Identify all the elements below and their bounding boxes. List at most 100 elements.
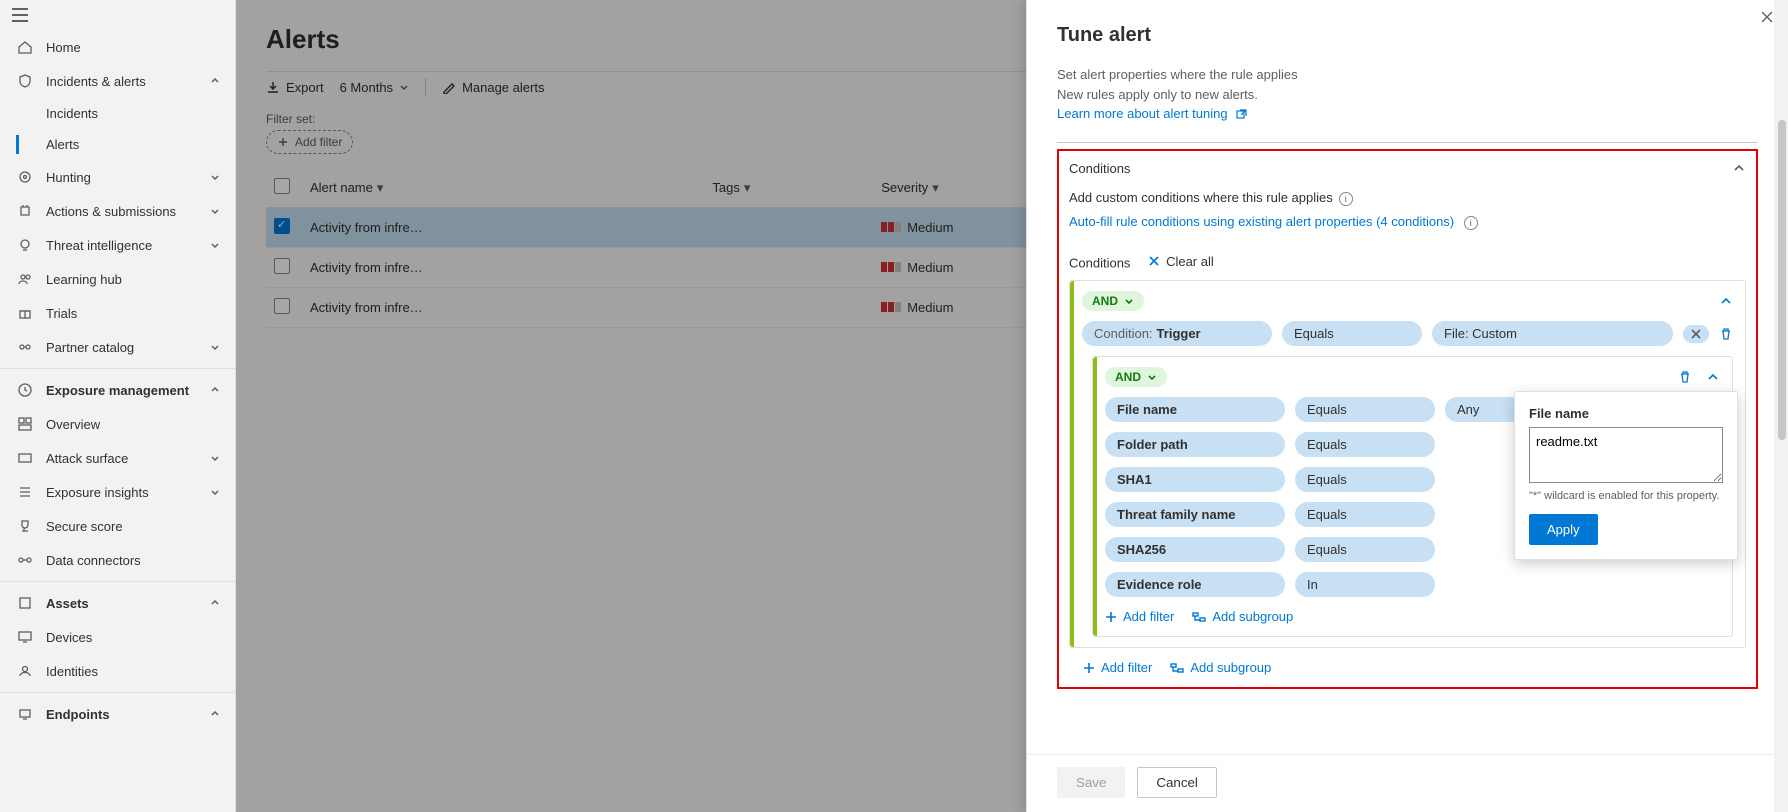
condition-group-nested: AND bbox=[1092, 356, 1733, 637]
panel-footer: Save Cancel bbox=[1027, 754, 1788, 812]
chevron-down-icon bbox=[209, 171, 223, 183]
nav-identities[interactable]: Identities bbox=[0, 654, 235, 688]
nav-incidents-alerts[interactable]: Incidents & alerts bbox=[0, 64, 235, 98]
collapse-icon[interactable] bbox=[1732, 161, 1746, 175]
delete-icon[interactable] bbox=[1719, 327, 1733, 341]
nav-threat-intel[interactable]: Threat intelligence bbox=[0, 228, 235, 262]
surface-icon bbox=[16, 449, 34, 467]
cancel-button[interactable]: Cancel bbox=[1137, 767, 1217, 798]
delete-group-icon[interactable] bbox=[1678, 370, 1692, 384]
conditions-subheader: Conditions Clear all bbox=[1069, 254, 1746, 271]
nav-overview[interactable]: Overview bbox=[0, 407, 235, 441]
add-subgroup-link[interactable]: Add subgroup bbox=[1170, 660, 1271, 675]
nav-endpoints[interactable]: Endpoints bbox=[0, 697, 235, 731]
condition-field[interactable]: Evidence role bbox=[1105, 572, 1285, 597]
condition-op[interactable]: Equals bbox=[1282, 321, 1422, 346]
panel-header: Tune alert Set alert properties where th… bbox=[1027, 0, 1788, 143]
nav-label: Actions & submissions bbox=[46, 204, 209, 219]
chevron-up-icon bbox=[209, 75, 223, 87]
clock-icon bbox=[16, 381, 34, 399]
home-icon bbox=[16, 38, 34, 56]
clear-all-button[interactable]: Clear all bbox=[1148, 254, 1214, 269]
condition-op[interactable]: Equals bbox=[1295, 397, 1435, 422]
gift-icon bbox=[16, 304, 34, 322]
condition-row: Evidence role In bbox=[1105, 572, 1720, 597]
collapse-group-icon[interactable] bbox=[1706, 370, 1720, 384]
close-icon[interactable] bbox=[1760, 10, 1774, 24]
add-filter-link[interactable]: Add filter bbox=[1105, 609, 1174, 624]
conditions-header: Conditions bbox=[1069, 161, 1746, 176]
nav-label: Data connectors bbox=[46, 553, 223, 568]
chevron-up-icon bbox=[209, 708, 223, 720]
tune-alert-panel: Tune alert Set alert properties where th… bbox=[1026, 0, 1788, 812]
condition-op[interactable]: Equals bbox=[1295, 467, 1435, 492]
device-icon bbox=[16, 628, 34, 646]
apply-button[interactable]: Apply bbox=[1529, 514, 1598, 545]
info-icon[interactable]: i bbox=[1464, 216, 1478, 230]
filename-textarea[interactable] bbox=[1529, 427, 1723, 483]
condition-field[interactable]: Threat family name bbox=[1105, 502, 1285, 527]
nav-label: Trials bbox=[46, 306, 223, 321]
remove-condition-icon[interactable] bbox=[1683, 325, 1709, 343]
endpoint-icon bbox=[16, 705, 34, 723]
filename-popup: File name "*" wildcard is enabled for th… bbox=[1514, 391, 1738, 560]
nav-learning[interactable]: Learning hub bbox=[0, 262, 235, 296]
nav-secure-score[interactable]: Secure score bbox=[0, 509, 235, 543]
condition-op[interactable]: Equals bbox=[1295, 537, 1435, 562]
grid-icon bbox=[16, 415, 34, 433]
panel-title: Tune alert bbox=[1057, 24, 1758, 47]
chevron-down-icon bbox=[209, 486, 223, 498]
nav-attack-surface[interactable]: Attack surface bbox=[0, 441, 235, 475]
condition-field[interactable]: Condition:Trigger bbox=[1082, 321, 1272, 346]
nav-hunting[interactable]: Hunting bbox=[0, 160, 235, 194]
collapse-group-icon[interactable] bbox=[1719, 294, 1733, 308]
learn-more-link[interactable]: Learn more about alert tuning bbox=[1057, 106, 1247, 121]
chevron-down-icon bbox=[209, 452, 223, 464]
nav-assets[interactable]: Assets bbox=[0, 586, 235, 620]
chevron-down-icon bbox=[209, 341, 223, 353]
assets-icon bbox=[16, 594, 34, 612]
people-icon bbox=[16, 270, 34, 288]
nav-data-connectors[interactable]: Data connectors bbox=[0, 543, 235, 577]
scrollbar[interactable] bbox=[1774, 0, 1788, 812]
nested-add-row: Add filter Add subgroup bbox=[1105, 609, 1720, 624]
actions-icon bbox=[16, 202, 34, 220]
nav-devices[interactable]: Devices bbox=[0, 620, 235, 654]
add-subgroup-link[interactable]: Add subgroup bbox=[1192, 609, 1293, 624]
nav-trials[interactable]: Trials bbox=[0, 296, 235, 330]
condition-op[interactable]: Equals bbox=[1295, 432, 1435, 457]
nav-exposure-mgmt[interactable]: Exposure management bbox=[0, 373, 235, 407]
nav-label: Attack surface bbox=[46, 451, 209, 466]
condition-field[interactable]: File name bbox=[1105, 397, 1285, 422]
condition-op[interactable]: In bbox=[1295, 572, 1435, 597]
target-icon bbox=[16, 168, 34, 186]
identity-icon bbox=[16, 662, 34, 680]
save-button[interactable]: Save bbox=[1057, 767, 1125, 798]
condition-value[interactable]: File: Custom bbox=[1432, 321, 1673, 346]
condition-field[interactable]: SHA1 bbox=[1105, 467, 1285, 492]
chevron-up-icon bbox=[209, 597, 223, 609]
condition-op[interactable]: Equals bbox=[1295, 502, 1435, 527]
nav-divider bbox=[0, 692, 235, 693]
nav-incidents[interactable]: Incidents bbox=[0, 98, 235, 129]
nav-alerts[interactable]: Alerts bbox=[0, 129, 235, 160]
hamburger-icon[interactable] bbox=[0, 0, 235, 30]
info-icon[interactable]: i bbox=[1339, 192, 1353, 206]
bulb-icon bbox=[16, 236, 34, 254]
partner-icon bbox=[16, 338, 34, 356]
nav-label: Home bbox=[46, 40, 223, 55]
nav-exposure-insights[interactable]: Exposure insights bbox=[0, 475, 235, 509]
add-filter-link[interactable]: Add filter bbox=[1083, 660, 1152, 675]
nav-actions[interactable]: Actions & submissions bbox=[0, 194, 235, 228]
nav-partner[interactable]: Partner catalog bbox=[0, 330, 235, 364]
nav-home[interactable]: Home bbox=[0, 30, 235, 64]
and-operator[interactable]: AND bbox=[1082, 291, 1144, 311]
condition-field[interactable]: SHA256 bbox=[1105, 537, 1285, 562]
nav-label: Incidents & alerts bbox=[46, 74, 209, 89]
nav-label: Devices bbox=[46, 630, 223, 645]
condition-field[interactable]: Folder path bbox=[1105, 432, 1285, 457]
autofill-link[interactable]: Auto-fill rule conditions using existing… bbox=[1069, 214, 1454, 229]
nav-label: Hunting bbox=[46, 170, 209, 185]
and-operator[interactable]: AND bbox=[1105, 367, 1167, 387]
panel-desc: Set alert properties where the rule appl… bbox=[1057, 65, 1758, 124]
